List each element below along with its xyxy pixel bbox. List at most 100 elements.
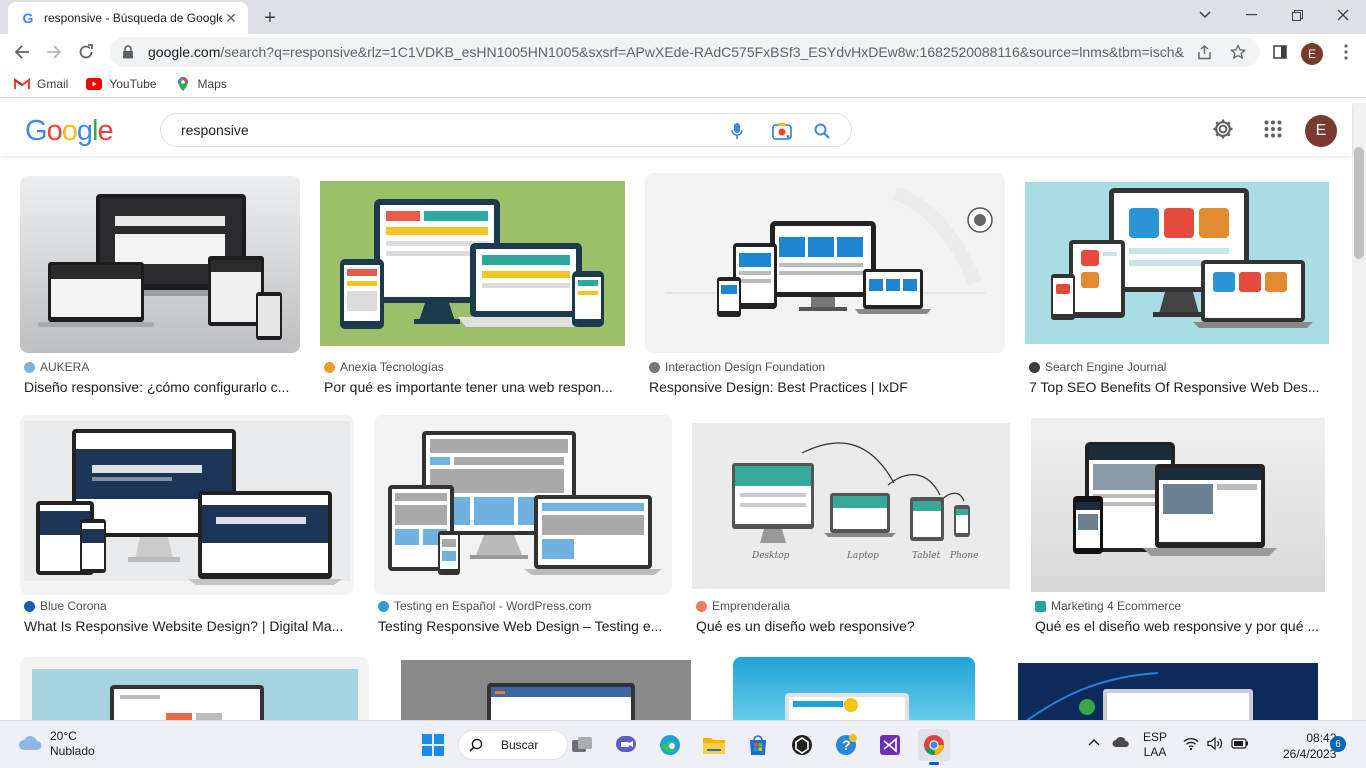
image-result-card[interactable]: AUKERA Diseño responsive: ¿cómo configur… xyxy=(20,176,300,395)
gmail-icon xyxy=(14,76,30,92)
share-icon[interactable] xyxy=(1194,42,1214,62)
system-clock[interactable]: 08:42 26/4/2023 xyxy=(1283,730,1336,762)
result-thumbnail[interactable] xyxy=(1025,182,1329,344)
restore-button[interactable] xyxy=(1274,4,1320,26)
lens-search-icon[interactable] xyxy=(772,121,792,141)
result-title[interactable]: Responsive Design: Best Practices | IxDF xyxy=(649,379,1004,395)
bookmark-youtube[interactable]: YouTube xyxy=(86,76,157,92)
svg-text:Desktop: Desktop xyxy=(751,551,790,561)
onedrive-cloud-icon[interactable] xyxy=(1112,736,1130,751)
result-thumbnail[interactable] xyxy=(20,415,354,595)
result-thumbnail[interactable] xyxy=(389,657,702,720)
wifi-icon[interactable] xyxy=(1183,737,1199,753)
image-result-card[interactable] xyxy=(733,657,975,720)
file-explorer-icon[interactable] xyxy=(698,729,730,761)
result-title[interactable]: Testing Responsive Web Design – Testing … xyxy=(378,618,672,634)
result-source[interactable]: Search Engine Journal xyxy=(1029,360,1166,374)
result-source[interactable]: AUKERA xyxy=(24,360,89,374)
result-thumbnail[interactable] xyxy=(645,173,1005,353)
result-thumbnail[interactable] xyxy=(1031,418,1325,592)
new-tab-button[interactable]: + xyxy=(258,7,282,29)
chrome-menu-icon[interactable] xyxy=(1336,42,1356,62)
result-title[interactable]: Diseño responsive: ¿cómo configurarlo c.… xyxy=(24,379,298,395)
close-window-button[interactable] xyxy=(1320,4,1366,26)
scrollbar-thumb[interactable] xyxy=(1354,147,1364,259)
help-app-icon[interactable]: ? xyxy=(830,729,862,761)
source-name: Emprenderalia xyxy=(712,599,791,613)
result-source[interactable]: Interaction Design Foundation xyxy=(649,360,825,374)
result-source[interactable]: Marketing 4 Ecommerce xyxy=(1035,599,1181,613)
bookmark-star-icon[interactable] xyxy=(1228,42,1248,62)
result-source[interactable]: Blue Corona xyxy=(24,599,107,613)
minimize-button[interactable] xyxy=(1228,4,1274,26)
google-logo[interactable]: Google xyxy=(25,115,114,148)
weather-desc: Nublado xyxy=(50,744,95,758)
back-button[interactable] xyxy=(10,40,34,64)
close-tab-icon[interactable]: ✕ xyxy=(222,9,240,27)
search-input[interactable] xyxy=(181,122,701,138)
chrome-taskbar-icon[interactable] xyxy=(918,729,950,765)
image-result-card[interactable] xyxy=(1007,657,1329,720)
result-title[interactable]: Por qué es importante tener una web resp… xyxy=(324,379,624,395)
image-result-card[interactable] xyxy=(389,657,702,720)
result-thumbnail[interactable] xyxy=(1007,657,1329,720)
notification-badge[interactable]: 6 xyxy=(1330,736,1346,752)
bookmark-maps[interactable]: Maps xyxy=(175,76,227,92)
result-title[interactable]: What Is Responsive Website Design? | Dig… xyxy=(24,618,354,634)
result-title[interactable]: 7 Top SEO Benefits Of Responsive Web Des… xyxy=(1029,379,1329,395)
apps-grid-icon[interactable] xyxy=(1261,117,1285,141)
battery-icon[interactable] xyxy=(1231,738,1249,752)
taskbar-search-button[interactable]: Buscar xyxy=(458,730,568,760)
image-result-card[interactable]: Desktop Laptop Tablet Phone Emprenderali… xyxy=(692,415,1010,634)
page-scrollbar[interactable] xyxy=(1352,103,1366,720)
browser-toolbar: google.com/search?q=responsive&rlz=1C1VD… xyxy=(0,34,1366,70)
image-result-card[interactable] xyxy=(20,657,369,720)
tab-search-button[interactable] xyxy=(1182,4,1228,26)
profile-avatar[interactable]: E xyxy=(1305,115,1337,147)
microsoft-store-icon[interactable] xyxy=(742,729,774,761)
profile-avatar-small[interactable]: E xyxy=(1301,43,1323,65)
image-result-card[interactable]: Search Engine Journal 7 Top SEO Benefits… xyxy=(1025,176,1329,395)
search-submit-icon[interactable] xyxy=(812,121,832,141)
result-source[interactable]: Anexia Tecnologías xyxy=(324,360,444,374)
result-source[interactable]: Emprenderalia xyxy=(696,599,790,613)
image-result-card[interactable]: Testing en Español - WordPress.com Testi… xyxy=(374,415,672,634)
url-host: google.com xyxy=(148,44,221,60)
source-name: AUKERA xyxy=(40,360,90,374)
forward-button[interactable] xyxy=(42,40,66,64)
result-thumbnail[interactable] xyxy=(320,181,625,346)
image-result-card[interactable]: Interaction Design Foundation Responsive… xyxy=(645,173,1005,395)
result-thumbnail[interactable] xyxy=(374,415,672,595)
volume-icon[interactable] xyxy=(1207,736,1223,753)
result-thumbnail[interactable] xyxy=(20,176,300,353)
show-hidden-icons-chevron[interactable] xyxy=(1088,735,1100,749)
clock-time: 08:42 xyxy=(1306,731,1337,745)
browser-tab[interactable]: G responsive - Búsqueda de Google ✕ xyxy=(8,2,248,34)
image-result-card[interactable]: Anexia Tecnologías Por qué es importante… xyxy=(320,176,625,395)
result-title[interactable]: Qué es el diseño web responsive y por qu… xyxy=(1035,618,1329,634)
google-header: Google E xyxy=(0,103,1352,156)
source-name: Marketing 4 Ecommerce xyxy=(1051,599,1182,613)
result-title[interactable]: Qué es un diseño web responsive? xyxy=(696,618,1010,634)
edge-browser-icon[interactable] xyxy=(654,729,686,761)
result-thumbnail[interactable] xyxy=(20,657,369,720)
side-panel-icon[interactable] xyxy=(1270,42,1290,62)
settings-gear-icon[interactable] xyxy=(1211,117,1235,141)
bookmark-gmail[interactable]: Gmail xyxy=(14,76,68,92)
start-button[interactable] xyxy=(417,729,449,761)
result-source[interactable]: Testing en Español - WordPress.com xyxy=(378,599,591,613)
image-result-card[interactable]: Blue Corona What Is Responsive Website D… xyxy=(20,415,354,634)
weather-widget[interactable]: 20°C Nublado xyxy=(18,729,95,759)
teams-chat-icon[interactable] xyxy=(610,729,642,761)
language-indicator[interactable]: ESP LAA xyxy=(1143,730,1167,760)
task-view-icon[interactable] xyxy=(566,729,598,761)
result-thumbnail[interactable] xyxy=(733,657,975,720)
image-result-card[interactable]: Marketing 4 Ecommerce Qué es el diseño w… xyxy=(1031,415,1329,634)
visual-studio-icon[interactable] xyxy=(874,729,906,761)
lock-icon[interactable] xyxy=(122,45,136,59)
reload-button[interactable] xyxy=(74,40,98,64)
address-bar[interactable]: google.com/search?q=responsive&rlz=1C1VD… xyxy=(110,37,1260,67)
app-icon-outline[interactable] xyxy=(786,729,818,761)
voice-search-icon[interactable] xyxy=(727,121,747,141)
result-thumbnail[interactable]: Desktop Laptop Tablet Phone xyxy=(692,423,1010,589)
